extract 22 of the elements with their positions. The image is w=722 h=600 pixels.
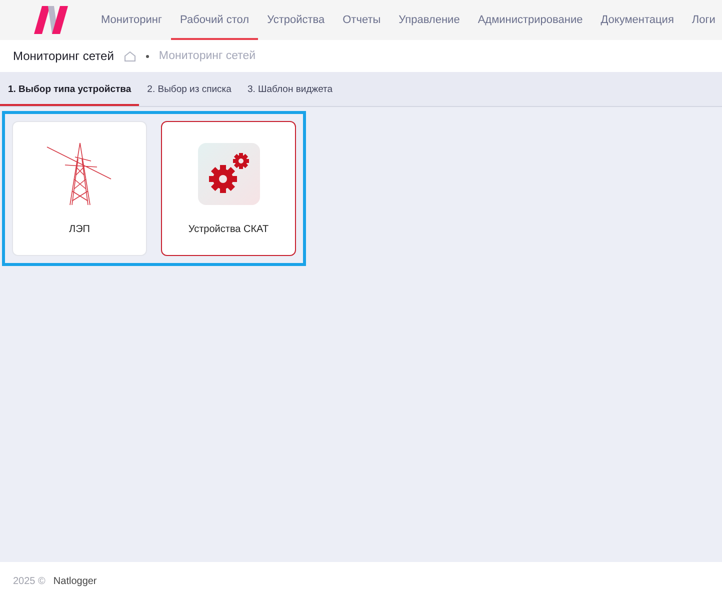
nav-link[interactable]: Устройства [258, 0, 334, 40]
nav-link[interactable]: Логи [682, 0, 722, 40]
breadcrumb-link[interactable]: Мониторинг сетей [158, 50, 256, 62]
nav-link[interactable]: Управление [390, 0, 469, 40]
logo-icon[interactable] [34, 6, 70, 34]
copyright-year: 2025 © [13, 576, 46, 586]
nav-link[interactable]: Рабочий стол [171, 0, 258, 40]
card-label: ЛЭП [69, 224, 90, 235]
device-type-card[interactable]: Устройства СКАТ [161, 121, 296, 256]
page-title: Мониторинг сетей [13, 49, 114, 63]
step-tab[interactable]: 1. Выбор типа устройства [0, 72, 140, 106]
home-icon[interactable] [124, 50, 136, 62]
step-tab[interactable]: 2. Выбор из списка [139, 72, 240, 106]
step-tab[interactable]: 3. Шаблон виджета [239, 72, 341, 106]
nav-link[interactable]: Администрирование [468, 0, 592, 40]
nav-link[interactable]: Отчеты [334, 0, 390, 40]
device-type-card[interactable]: ЛЭП [12, 121, 147, 256]
nav-link[interactable]: Мониторинг [92, 0, 172, 40]
gears-icon [198, 143, 260, 205]
nav-link[interactable]: Документация [592, 0, 683, 40]
card-label: Устройства СКАТ [188, 224, 269, 235]
brand-link[interactable]: Natlogger [53, 576, 97, 586]
